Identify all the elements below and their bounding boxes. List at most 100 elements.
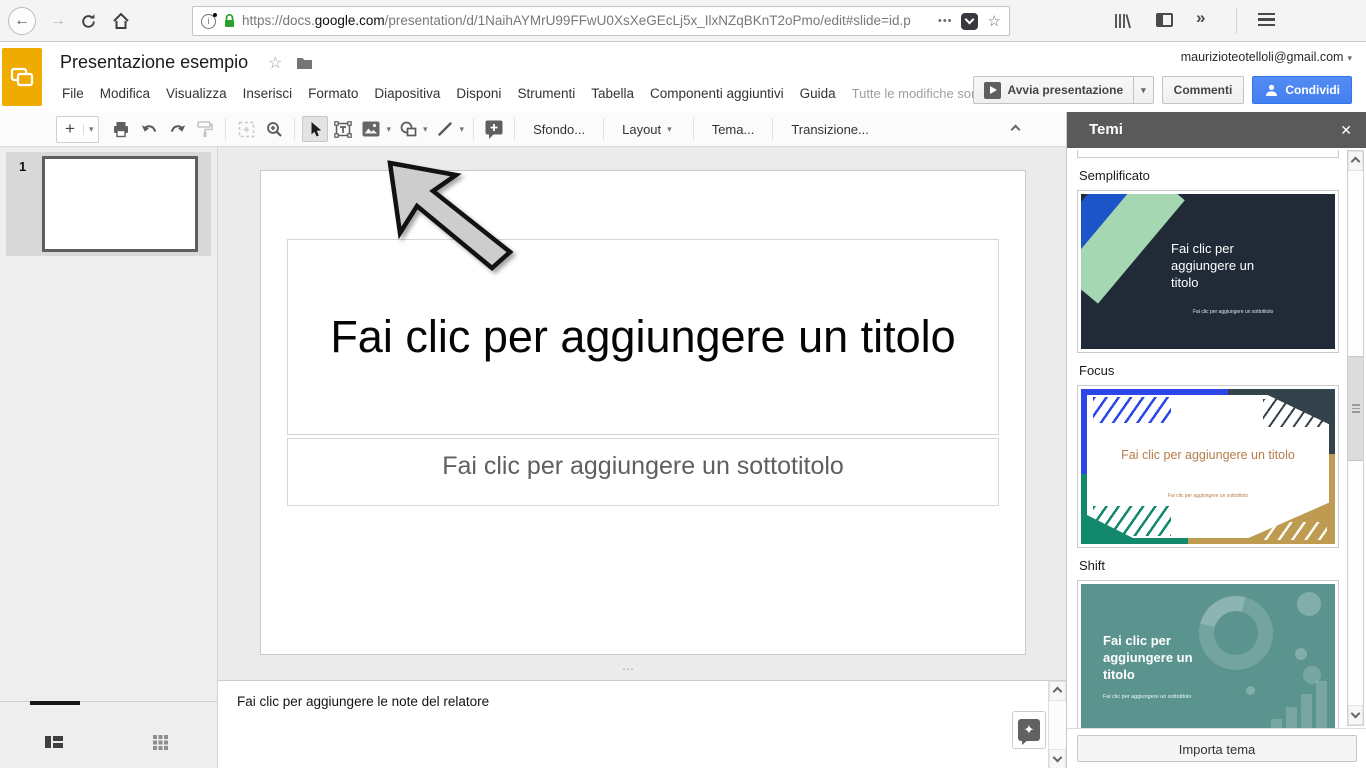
menu-modifica[interactable]: Modifica — [92, 82, 158, 105]
filmstrip-view-button[interactable] — [44, 734, 64, 755]
theme-decor-circle — [1295, 648, 1307, 660]
shape-tool-button[interactable] — [395, 116, 421, 142]
comments-button[interactable]: Commenti — [1162, 76, 1245, 104]
image-dropdown[interactable]: ▾ — [386, 124, 391, 135]
themes-scrollbar[interactable] — [1347, 150, 1364, 726]
new-slide-dropdown[interactable]: ▾ — [83, 124, 99, 135]
explore-icon: ✦ — [1018, 719, 1040, 741]
menu-inserisci[interactable]: Inserisci — [235, 82, 301, 105]
document-title[interactable]: Presentazione esempio — [60, 52, 248, 73]
import-theme-button[interactable]: Importa tema — [1077, 735, 1357, 762]
zoom-button[interactable] — [261, 116, 287, 142]
notes-scroll-down-icon[interactable] — [1049, 749, 1066, 768]
explore-button[interactable]: ✦ — [1012, 711, 1046, 749]
theme-thumb-title: Fai clic per aggiungere un titolo — [1171, 240, 1283, 291]
reload-button[interactable] — [80, 13, 97, 30]
undo-button[interactable] — [136, 116, 162, 142]
line-dropdown[interactable]: ▾ — [460, 124, 465, 135]
menu-visualizza[interactable]: Visualizza — [158, 82, 235, 105]
theme-thumb-title: Fai clic per aggiungere un titolo — [1119, 447, 1297, 464]
themes-scroll-down-icon[interactable] — [1348, 705, 1363, 725]
new-slide-plus-icon: + — [57, 119, 83, 139]
themes-scroll-up-icon[interactable] — [1348, 151, 1363, 171]
text-box-tool-button[interactable] — [330, 116, 356, 142]
notes-resize-handle[interactable]: ⋯ — [622, 662, 636, 676]
layout-dropdown-icon: ▾ — [667, 124, 672, 135]
menu-diapositiva[interactable]: Diapositiva — [366, 82, 448, 105]
page-actions-icon[interactable]: ••• — [938, 15, 953, 27]
menu-disponi[interactable]: Disponi — [448, 82, 509, 105]
redo-icon — [169, 122, 186, 137]
theme-button[interactable]: Tema... — [700, 116, 767, 142]
layout-button[interactable]: Layout▾ — [610, 116, 687, 142]
play-icon — [984, 82, 1001, 99]
lock-icon — [223, 13, 236, 29]
menu-componenti-aggiuntivi[interactable]: Componenti aggiuntivi — [642, 82, 792, 105]
site-info-icon[interactable]: i — [201, 14, 216, 29]
zoom-icon — [266, 121, 283, 138]
slide-thumbnail-1[interactable]: 1 — [6, 152, 211, 256]
star-document-icon[interactable]: ☆ — [268, 53, 282, 73]
library-icon[interactable] — [1112, 11, 1132, 31]
toolbar-overflow-icon[interactable]: » — [1196, 8, 1205, 28]
subtitle-placeholder[interactable]: Fai clic per aggiungere un sottotitolo — [287, 438, 999, 506]
grid-view-icon — [152, 734, 169, 750]
paint-format-button[interactable] — [192, 116, 218, 142]
comment-icon — [485, 120, 503, 139]
theme-card-focus[interactable]: Fai clic per aggiungere un titolo Fai cl… — [1077, 385, 1339, 548]
sidebar-toggle-icon[interactable] — [1156, 13, 1173, 27]
notes-scroll-up-icon[interactable] — [1049, 681, 1066, 701]
print-button[interactable] — [108, 116, 134, 142]
background-button[interactable]: Sfondo... — [521, 116, 597, 142]
title-placeholder[interactable]: Fai clic per aggiungere un titolo — [287, 239, 999, 435]
forward-button[interactable]: → — [45, 7, 71, 35]
theme-card-partial[interactable] — [1077, 150, 1339, 158]
insert-image-button[interactable] — [358, 116, 384, 142]
back-button[interactable]: ← — [8, 7, 36, 35]
insert-comment-button[interactable] — [481, 116, 507, 142]
menu-tabella[interactable]: Tabella — [583, 82, 642, 105]
menu-strumenti[interactable]: Strumenti — [509, 82, 583, 105]
theme-thumb-subtitle: Fai clic per aggiungere un sottotitolo — [1103, 694, 1191, 700]
present-dropdown[interactable]: ▾ — [1133, 77, 1153, 103]
close-panel-icon[interactable]: ✕ — [1340, 112, 1352, 148]
themes-scrollbar-thumb[interactable] — [1348, 356, 1363, 461]
menu-formato[interactable]: Formato — [300, 82, 366, 105]
theme-card-semplificato[interactable]: Fai clic per aggiungere un titolo Fai cl… — [1077, 190, 1339, 353]
speaker-notes-placeholder[interactable]: Fai clic per aggiungere le note del rela… — [237, 694, 489, 709]
theme-decor-circle — [1246, 686, 1255, 695]
bookmark-star-icon[interactable]: ☆ — [988, 12, 1001, 30]
theme-hatch-lines — [1263, 522, 1327, 540]
slide-thumbnail-preview[interactable] — [42, 156, 198, 252]
slides-logo[interactable] — [2, 48, 42, 106]
theme-thumb-title: Fai clic per aggiungere un titolo — [1103, 632, 1215, 683]
shape-dropdown[interactable]: ▾ — [423, 124, 428, 135]
line-tool-button[interactable] — [432, 116, 458, 142]
url-bar[interactable]: i https://docs.google.com/presentation/d… — [192, 6, 1010, 36]
collapse-toolbar-button[interactable] — [1002, 116, 1028, 142]
grid-view-button[interactable] — [152, 734, 169, 755]
notes-scrollbar[interactable] — [1048, 681, 1066, 768]
present-button[interactable]: Avvia presentazione ▾ — [973, 76, 1154, 104]
menu-file[interactable]: File — [54, 82, 92, 105]
theme-card-shift[interactable]: Fai clic per aggiungere un titolo Fai cl… — [1077, 580, 1339, 728]
new-slide-button[interactable]: + ▾ — [56, 116, 99, 143]
account-email[interactable]: maurizioteotelloli@gmail.com▾ — [1181, 50, 1352, 64]
share-button[interactable]: Condividi — [1252, 76, 1352, 104]
speaker-notes-panel[interactable]: Fai clic per aggiungere le note del rela… — [218, 680, 1066, 768]
collapse-chevron-icon — [1010, 124, 1020, 134]
transition-button[interactable]: Transizione... — [779, 116, 881, 142]
slide-number: 1 — [19, 159, 26, 174]
hamburger-menu-icon[interactable] — [1258, 13, 1275, 26]
menu-guida[interactable]: Guida — [792, 82, 844, 105]
home-button[interactable] — [112, 12, 130, 30]
slide-canvas[interactable]: Fai clic per aggiungere un titolo Fai cl… — [260, 170, 1026, 655]
move-to-folder-icon[interactable] — [296, 56, 313, 70]
pocket-icon[interactable] — [961, 13, 978, 30]
themes-panel-title: Temi — [1089, 121, 1123, 138]
zoom-fit-button[interactable] — [233, 116, 259, 142]
redo-button[interactable] — [164, 116, 190, 142]
browser-toolbar: ← → i https://docs.google.com/presentati… — [0, 0, 1366, 42]
select-tool-button[interactable] — [302, 116, 328, 142]
header-buttons: Avvia presentazione ▾ Commenti Condividi — [973, 76, 1352, 104]
